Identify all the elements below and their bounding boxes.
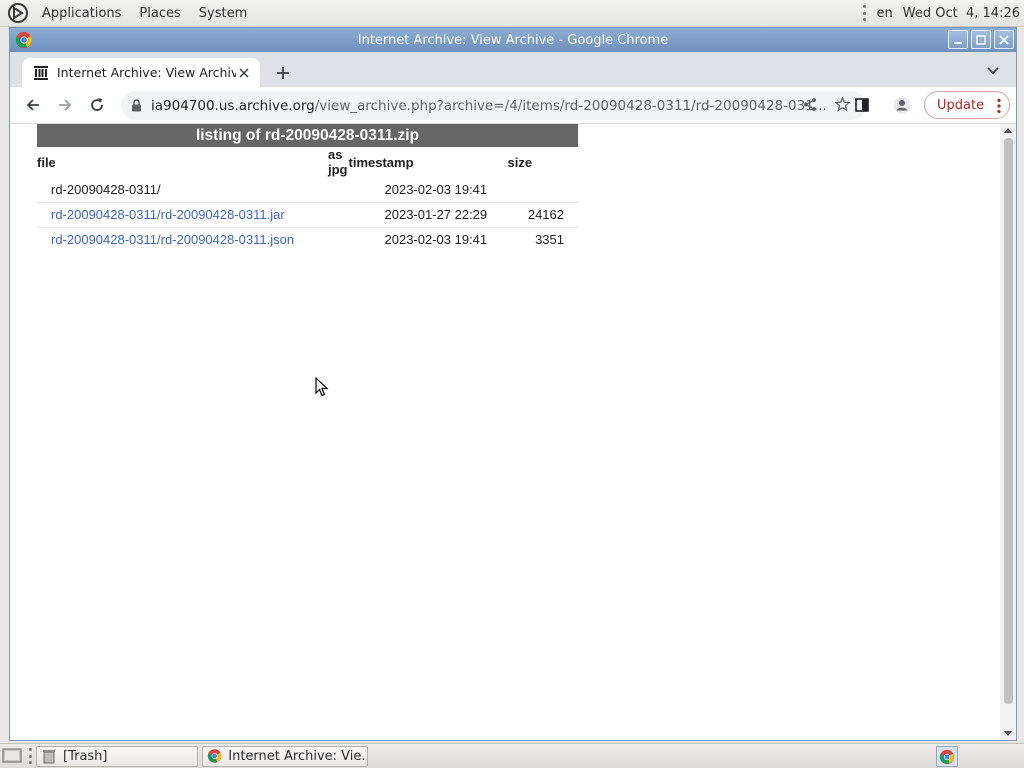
mouse-pointer-icon (315, 377, 329, 397)
vertical-scrollbar[interactable] (1000, 124, 1016, 740)
taskbar-item-chrome[interactable]: Internet Archive: Vie... (202, 745, 368, 767)
system-menu[interactable]: System (190, 0, 256, 27)
window-title: Internet Archive: View Archive - Google … (357, 32, 669, 48)
window-titlebar[interactable]: Internet Archive: View Archive - Google … (10, 28, 1016, 52)
lock-icon[interactable] (131, 99, 142, 112)
as-jpg-cell (328, 226, 348, 252)
table-row: rd-20090428-0311/ 2023-02-03 19:41 (37, 177, 578, 202)
tab-search-chevron-icon[interactable] (986, 64, 1000, 78)
chrome-icon (16, 32, 32, 48)
table-row: rd-20090428-0311/rd-20090428-0311.jar 20… (37, 201, 578, 227)
size-cell (508, 177, 579, 202)
chrome-icon (207, 749, 222, 763)
profile-button[interactable] (888, 91, 916, 119)
bottom-taskbar: [Trash] Internet Archive: Vie... (0, 743, 1024, 768)
page-content: listing of rd-20090428-0311.zip file as … (10, 124, 1000, 740)
tab-strip: Internet Archive: View Archive (10, 52, 1016, 87)
forward-button[interactable] (51, 91, 79, 119)
archive-listing-table: listing of rd-20090428-0311.zip file as … (37, 124, 578, 252)
keyboard-layout-indicator[interactable]: en (877, 6, 893, 21)
as-jpg-cell (328, 201, 348, 227)
scroll-thumb[interactable] (1004, 138, 1013, 704)
file-cell: rd-20090428-0311/rd-20090428-0311.json (37, 226, 328, 252)
tray-chrome-button[interactable] (936, 746, 958, 767)
browser-window: Internet Archive: View Archive - Google … (9, 27, 1017, 741)
panel-handle-icon (863, 5, 867, 21)
back-arrow-icon (26, 99, 39, 111)
browser-toolbar: ia904700.us.archive.org/view_archive.php… (10, 87, 1016, 124)
taskbar-item-label: Internet Archive: Vie... (228, 748, 367, 764)
chrome-icon (939, 749, 955, 764)
scroll-down-arrow-icon[interactable] (1004, 731, 1012, 736)
header-timestamp: timestamp (348, 154, 414, 170)
clock[interactable]: Wed Oct 4, 14:26 (903, 6, 1020, 21)
as-jpg-cell (328, 177, 348, 202)
file-link[interactable]: rd-20090428-0311/rd-20090428-0311.jar (51, 207, 285, 222)
size-cell: 24162 (507, 201, 578, 227)
reload-button[interactable] (83, 91, 111, 119)
taskbar-handle-icon (28, 748, 32, 764)
file-cell: rd-20090428-0311/ (51, 181, 161, 197)
close-icon (999, 34, 1009, 45)
trash-icon (43, 750, 55, 764)
header-size: size (507, 154, 533, 170)
listing-caption: listing of rd-20090428-0311.zip (37, 124, 578, 147)
share-icon[interactable] (803, 97, 817, 112)
timestamp-cell: 2023-02-03 19:41 (384, 181, 488, 197)
internet-archive-favicon-icon (34, 65, 48, 80)
tab-title: Internet Archive: View Archive (57, 65, 236, 80)
timestamp-cell: 2023-01-27 22:29 (347, 201, 508, 227)
file-cell: rd-20090428-0311/rd-20090428-0311.jar (37, 201, 328, 227)
address-bar[interactable]: ia904700.us.archive.org/view_archive.php… (121, 91, 866, 120)
taskbar-item-trash[interactable]: [Trash] (36, 745, 198, 767)
update-button[interactable]: Update (924, 91, 1010, 119)
scroll-up-arrow-icon[interactable] (1004, 128, 1012, 133)
header-file: file (37, 154, 56, 170)
forward-arrow-icon (59, 99, 72, 111)
places-menu[interactable]: Places (130, 0, 189, 27)
profile-avatar-icon (893, 96, 911, 114)
tab-close-button[interactable] (236, 65, 252, 81)
show-desktop-icon[interactable] (2, 747, 22, 765)
size-cell: 3351 (507, 226, 578, 252)
applications-menu[interactable]: Applications (33, 0, 130, 27)
distro-logo-icon[interactable] (7, 2, 29, 24)
timestamp-cell: 2023-02-03 19:41 (347, 226, 508, 252)
table-header-row: file as jpg timestamp size (37, 147, 578, 177)
top-panel: Applications Places System en Wed Oct 4,… (0, 0, 1024, 27)
url-path: /view_archive.php?archive=/4/items/rd-20… (314, 97, 827, 114)
plus-icon (277, 67, 289, 79)
maximize-icon (976, 34, 986, 45)
close-window-button[interactable] (994, 30, 1014, 49)
update-label: Update (937, 97, 985, 113)
url-host: ia904700.us.archive.org (151, 97, 315, 114)
side-panel-icon (855, 98, 869, 112)
taskbar-item-label: [Trash] (63, 748, 108, 764)
header-as-jpg: as jpg (328, 147, 348, 177)
close-tab-icon (239, 67, 249, 78)
back-button[interactable] (19, 91, 47, 119)
reload-icon (91, 98, 103, 111)
file-link[interactable]: rd-20090428-0311/rd-20090428-0311.json (51, 232, 294, 247)
side-panel-button[interactable] (848, 91, 876, 119)
new-tab-button[interactable] (272, 62, 294, 84)
more-vert-icon[interactable] (997, 98, 1001, 114)
table-row: rd-20090428-0311/rd-20090428-0311.json 2… (37, 226, 578, 252)
maximize-button[interactable] (971, 30, 991, 49)
minimize-icon (954, 41, 962, 44)
tab-internet-archive[interactable]: Internet Archive: View Archive (22, 58, 260, 87)
minimize-button[interactable] (948, 30, 968, 49)
